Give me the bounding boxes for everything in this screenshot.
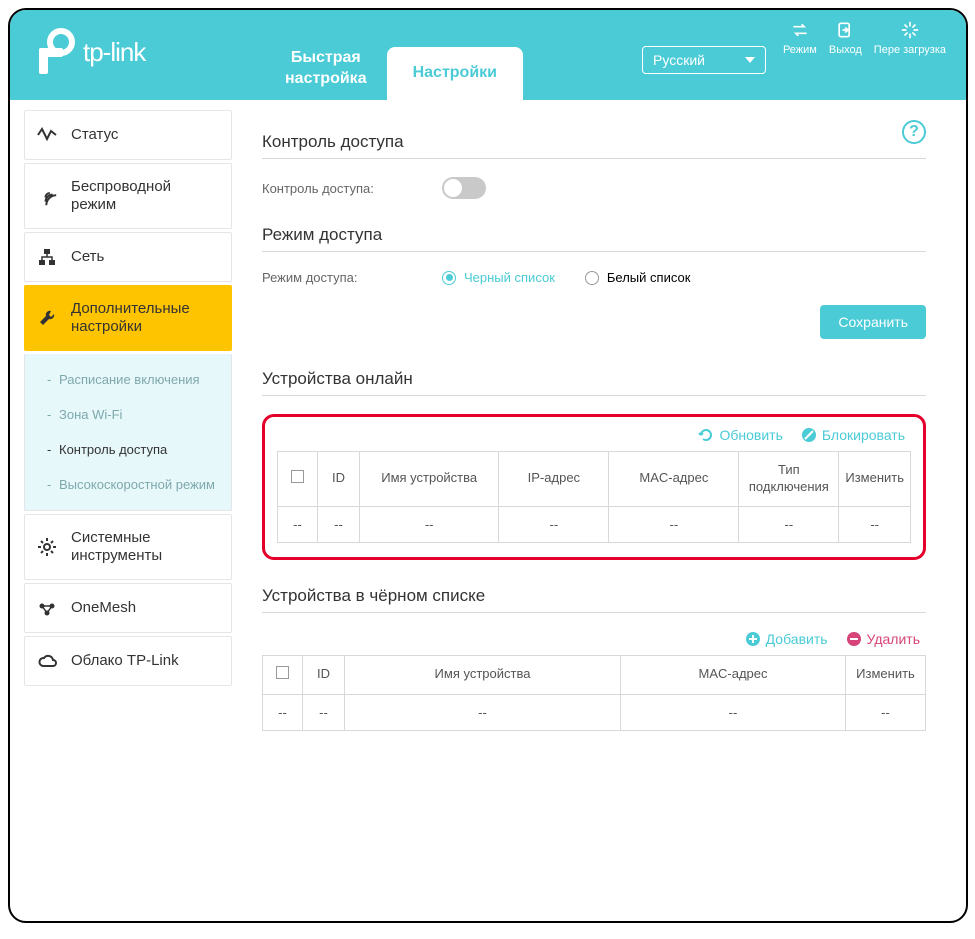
chevron-down-icon [745,57,755,63]
menu-cloud[interactable]: Облако TP-Link [24,636,232,686]
body: Статус Беспроводной режим Сеть Дополните… [10,100,966,921]
online-devices-highlight: Обновить Блокировать ID Имя устройства I [262,414,926,560]
section-access-mode: Режим доступа Режим доступа: Черный спис… [262,225,926,339]
cloud-icon [37,651,57,671]
brand-text: tp-link [83,37,145,68]
top-right-buttons: Режим Выход Пере загрузка [781,16,948,60]
tab-settings[interactable]: Настройки [387,47,523,100]
online-devices-table: ID Имя устройства IP-адрес MAC-адрес Тип… [277,451,911,543]
refresh-icon [698,427,714,443]
wrench-icon [37,308,57,328]
access-control-label: Контроль доступа: [262,181,442,196]
app-frame: tp-link Быстрая настройка Настройки Русс… [8,8,968,923]
menu-onemesh[interactable]: OneMesh [24,583,232,633]
wifi-icon [37,186,57,206]
blacklist-table: ID Имя устройства MAC-адрес Изменить -- … [262,655,926,731]
submenu-access-control[interactable]: Контроль доступа [25,432,231,467]
section-access-control: Контроль доступа Контроль доступа: [262,132,926,199]
radio-whitelist[interactable]: Белый список [585,270,691,285]
reboot-button[interactable]: Пере загрузка [872,16,948,60]
radio-dot-icon [442,271,456,285]
onemesh-icon [37,598,57,618]
language-select[interactable]: Русский [642,46,766,74]
submenu: Расписание включения Зона Wi-Fi Контроль… [24,354,232,511]
menu-system-tools[interactable]: Системные инструменты [24,514,232,580]
logo-icon [35,28,77,76]
section-title: Устройства в чёрном списке [262,586,926,606]
save-button[interactable]: Сохранить [820,305,926,339]
menu-advanced[interactable]: Дополнительные настройки [24,285,232,351]
refresh-button[interactable]: Обновить [698,427,782,443]
section-online-devices: Устройства онлайн Обновить Блокировать [262,369,926,560]
gear-icon [37,537,57,557]
mode-icon [790,20,810,40]
access-mode-label: Режим доступа: [262,270,442,285]
section-blacklist-devices: Устройства в чёрном списке Добавить Удал… [262,586,926,731]
brand-logo: tp-link [35,28,145,76]
sidebar: Статус Беспроводной режим Сеть Дополните… [10,100,232,921]
block-icon [801,427,817,443]
top-tabs: Быстрая настройка Настройки [265,10,523,100]
submenu-high-speed[interactable]: Высокоскоростной режим [25,467,231,502]
section-title: Контроль доступа [262,132,926,152]
logout-icon [835,20,855,40]
select-all-checkbox[interactable] [291,470,304,483]
submenu-wifi-zone[interactable]: Зона Wi-Fi [25,397,231,432]
plus-icon [745,631,761,647]
radio-blacklist[interactable]: Черный список [442,270,555,285]
table-header-row: ID Имя устройства MAC-адрес Изменить [263,655,926,694]
select-all-checkbox[interactable] [276,666,289,679]
network-icon [37,247,57,267]
mode-button[interactable]: Режим [781,16,819,60]
table-header-row: ID Имя устройства IP-адрес MAC-адрес Тип… [278,452,911,507]
access-control-toggle[interactable] [442,177,486,199]
delete-button[interactable]: Удалить [846,631,920,647]
menu-network[interactable]: Сеть [24,232,232,282]
language-value: Русский [653,52,705,68]
submenu-schedule[interactable]: Расписание включения [25,362,231,397]
block-button[interactable]: Блокировать [801,427,905,443]
radio-dot-icon [585,271,599,285]
help-button[interactable]: ? [902,120,926,144]
reboot-icon [900,20,920,40]
table-row: -- -- -- -- -- -- -- [278,506,911,542]
logout-button[interactable]: Выход [827,16,864,60]
tab-quick-setup[interactable]: Быстрая настройка [265,38,387,100]
top-bar: tp-link Быстрая настройка Настройки Русс… [10,10,966,100]
section-title: Устройства онлайн [262,369,926,389]
minus-icon [846,631,862,647]
status-icon [37,125,57,145]
menu-status[interactable]: Статус [24,110,232,160]
table-row: -- -- -- -- -- [263,694,926,730]
add-button[interactable]: Добавить [745,631,828,647]
content: ? Контроль доступа Контроль доступа: Реж… [232,100,966,921]
menu-wireless[interactable]: Беспроводной режим [24,163,232,229]
section-title: Режим доступа [262,225,926,245]
